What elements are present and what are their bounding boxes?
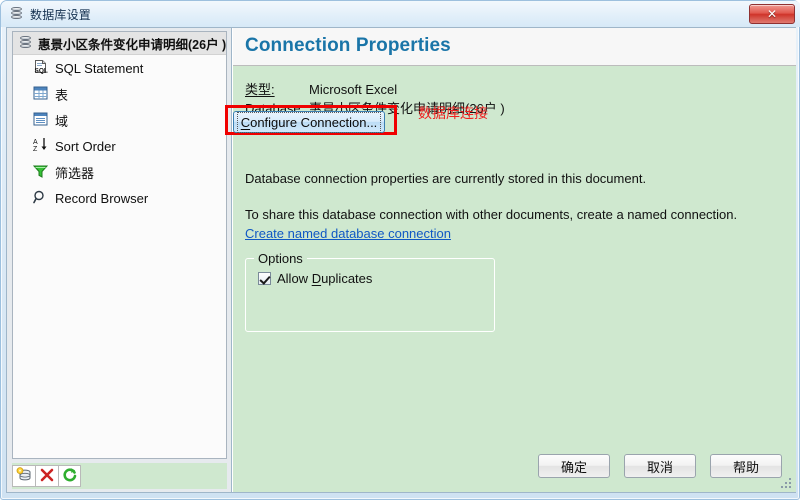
close-button[interactable]: ✕: [749, 4, 795, 24]
database-icon: [19, 36, 32, 50]
allow-duplicates-row[interactable]: Allow Duplicates: [258, 271, 494, 286]
type-label: 类型:: [245, 82, 275, 97]
options-group: Options Allow Duplicates: [245, 251, 495, 332]
tree-root-label: 惠景小区条件变化申请明细(26户 ): [38, 37, 227, 52]
green-refresh-icon: [62, 467, 78, 486]
stored-info-text: Database connection properties are curre…: [245, 171, 647, 186]
title-bar: 数据库设置 ✕: [1, 1, 800, 27]
table-icon: [33, 86, 48, 103]
cancel-button-label: 取消: [646, 459, 673, 475]
configure-button-label: onfigure Connection...: [250, 114, 378, 130]
svg-text:Z: Z: [33, 146, 38, 152]
configure-connection-button[interactable]: Configure Connection...: [233, 111, 385, 133]
sort-order-icon: A Z: [33, 137, 48, 155]
connection-properties-panel: Connection Properties 类型: Microsoft Exce…: [225, 28, 796, 492]
red-x-icon: [39, 467, 55, 486]
refresh-button[interactable]: [58, 465, 81, 487]
tree-root-item[interactable]: 惠景小区条件变化申请明细(26户 ): [13, 32, 226, 55]
resize-grip[interactable]: [780, 477, 793, 490]
sidebar-item-sort-order[interactable]: A Z Sort Order: [13, 133, 226, 159]
footer-buttons: 确定 取消 帮助: [538, 454, 782, 478]
cancel-button[interactable]: 取消: [624, 454, 696, 478]
sidebar-item-table[interactable]: 表: [13, 81, 226, 107]
sidebar-item-label: Sort Order: [55, 138, 116, 154]
create-named-connection-link[interactable]: Create named database connection: [245, 226, 451, 241]
field-icon: [33, 112, 48, 129]
sql-statement-icon: SQL: [33, 59, 48, 77]
annotation-label: 数据库连接: [418, 105, 488, 121]
database-icon: [10, 7, 23, 21]
sidebar-item-record-browser[interactable]: Record Browser: [13, 185, 226, 211]
allow-duplicates-checkbox[interactable]: [258, 272, 271, 285]
sidebar: 惠景小区条件变化申请明细(26户 ) SQL SQL Statement 表 域…: [7, 28, 232, 492]
help-button-label: 帮助: [732, 459, 759, 475]
filter-funnel-icon: [32, 164, 49, 181]
delete-button[interactable]: [35, 465, 58, 487]
options-legend: Options: [254, 251, 307, 266]
configure-button-accel: C: [240, 114, 251, 130]
panel-header: Connection Properties: [233, 28, 796, 66]
panel-body: 类型: Microsoft Excel Database: 惠景小区条件变化申请…: [225, 66, 796, 332]
client-area: 惠景小区条件变化申请明细(26户 ) SQL SQL Statement 表 域…: [6, 27, 796, 493]
magnifier-icon: [33, 190, 48, 207]
type-value: Microsoft Excel: [309, 82, 398, 97]
window-title: 数据库设置: [30, 7, 92, 22]
database-add-icon: [16, 466, 32, 486]
database-settings-window: 数据库设置 ✕ 惠景小区条件变化申请明细(26户 ) SQL SQL State…: [0, 0, 800, 500]
svg-text:A: A: [33, 139, 38, 146]
sidebar-item-label: SQL Statement: [55, 60, 144, 76]
sidebar-item-label: Record Browser: [55, 190, 149, 206]
sidebar-toolbar: [12, 463, 227, 489]
share-info-text: To share this database connection with o…: [245, 207, 738, 222]
allow-duplicates-label: Allow Duplicates: [277, 271, 373, 286]
add-database-button[interactable]: [12, 465, 35, 487]
sidebar-item-field[interactable]: 域: [13, 107, 226, 133]
page-title: Connection Properties: [245, 35, 451, 56]
ok-button[interactable]: 确定: [538, 454, 610, 478]
close-icon: ✕: [766, 7, 778, 21]
sidebar-item-label: 域: [55, 113, 69, 129]
sidebar-item-label: 筛选器: [55, 165, 95, 181]
type-row: 类型: Microsoft Excel: [245, 79, 796, 98]
ok-button-label: 确定: [560, 459, 587, 475]
svg-text:SQL: SQL: [35, 68, 48, 75]
database-tree[interactable]: 惠景小区条件变化申请明细(26户 ) SQL SQL Statement 表 域…: [12, 31, 227, 459]
sidebar-item-sql-statement[interactable]: SQL SQL Statement: [13, 55, 226, 81]
sidebar-item-label: 表: [55, 87, 69, 103]
help-button[interactable]: 帮助: [710, 454, 782, 478]
sidebar-item-filter[interactable]: 筛选器: [13, 159, 226, 185]
